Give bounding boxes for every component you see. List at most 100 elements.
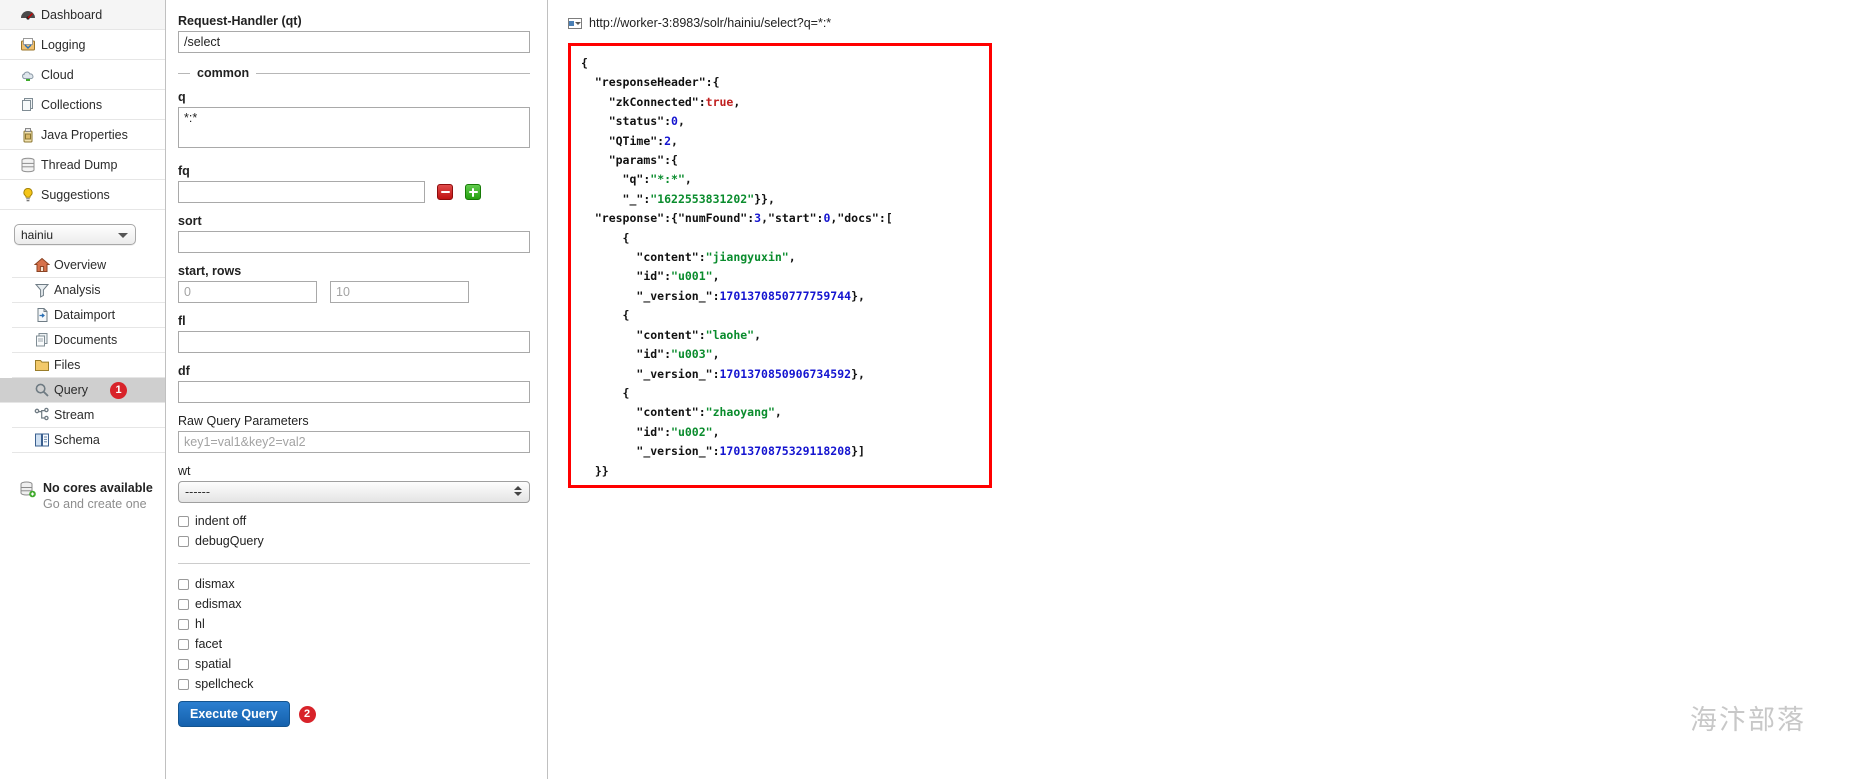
sidebar-item-files[interactable]: Files: [12, 353, 165, 378]
core-selector-value: hainiu: [21, 227, 54, 242]
result-panel: http://worker-3:8983/solr/hainiu/select?…: [548, 0, 1861, 779]
json-response-box: { "responseHeader":{ "zkConnected":true,…: [568, 43, 992, 488]
checkbox-box-icon[interactable]: [178, 535, 189, 547]
start-rows-label: start, rows: [178, 264, 242, 278]
query-form-panel: Request-Handler (qt) common q fq sort st…: [166, 0, 548, 779]
raw-query-parameters-input[interactable]: [178, 431, 530, 453]
sidebar-item-label: Thread Dump: [41, 157, 118, 172]
checkbox-edismax[interactable]: edismax: [178, 594, 529, 614]
analysis-funnel-icon: [34, 282, 54, 298]
start-rows-row: [178, 281, 529, 303]
sidebar-item-label: Dashboard: [41, 7, 103, 22]
fl-label: fl: [178, 314, 186, 328]
checkbox-box-icon[interactable]: [178, 578, 189, 590]
plus-icon[interactable]: [465, 184, 481, 200]
documents-icon: [34, 332, 54, 348]
checkbox-box-icon[interactable]: [178, 638, 189, 650]
wt-select-value: ------: [185, 485, 210, 499]
q-input[interactable]: [178, 107, 530, 148]
checkbox-label: debugQuery: [195, 534, 264, 548]
updown-arrows-icon: [514, 486, 522, 496]
sidebar-item-label: Cloud: [41, 67, 74, 82]
schema-book-icon: [34, 432, 54, 448]
solr-admin-page: Dashboard Logging Cloud Collections Java Pro…: [0, 0, 1861, 779]
form-divider: [178, 563, 530, 564]
thread-dump-icon: [20, 157, 41, 173]
sidebar-item-label: Stream: [54, 408, 95, 422]
minus-icon[interactable]: [437, 184, 453, 200]
checkbox-label: indent off: [195, 514, 247, 528]
checkbox-box-icon[interactable]: [178, 618, 189, 630]
sidebar-item-logging[interactable]: Logging: [0, 30, 165, 60]
wt-label: wt: [178, 464, 191, 478]
sidebar-item-label: Java Properties: [41, 127, 128, 142]
sidebar-item-label: Schema: [54, 433, 100, 447]
toggles-bottom-group: dismax edismax hl facet spatial spellcheck: [178, 574, 529, 694]
sidebar-item-stream[interactable]: Stream: [12, 403, 165, 428]
checkbox-debugquery[interactable]: debugQuery: [178, 531, 529, 551]
checkbox-dismax[interactable]: dismax: [178, 574, 529, 594]
checkbox-facet[interactable]: facet: [178, 634, 529, 654]
common-legend-label: common: [197, 66, 250, 80]
no-cores-subtitle[interactable]: Go and create one: [43, 497, 153, 513]
sort-input[interactable]: [178, 231, 530, 253]
start-input[interactable]: [178, 281, 317, 303]
fl-input[interactable]: [178, 331, 530, 353]
df-label: df: [178, 364, 190, 378]
q-label: q: [178, 90, 186, 104]
sidebar-item-collections[interactable]: Collections: [0, 90, 165, 120]
checkbox-box-icon[interactable]: [178, 515, 189, 527]
checkbox-spellcheck[interactable]: spellcheck: [178, 674, 529, 694]
dashboard-icon: [20, 7, 41, 23]
overview-home-icon: [34, 257, 54, 273]
df-input[interactable]: [178, 381, 530, 403]
collections-icon: [20, 97, 41, 113]
request-handler-input[interactable]: [178, 31, 530, 53]
sidebar-item-documents[interactable]: Documents: [12, 328, 165, 353]
external-window-icon: [568, 17, 582, 29]
core-selector[interactable]: hainiu: [14, 224, 136, 245]
sidebar-item-label: Collections: [41, 97, 103, 112]
result-url-bar: http://worker-3:8983/solr/hainiu/select?…: [568, 12, 1861, 34]
checkbox-indent-off[interactable]: indent off: [178, 511, 529, 531]
execute-query-button[interactable]: Execute Query: [178, 701, 290, 727]
sidebar: Dashboard Logging Cloud Collections Java Pro…: [0, 0, 166, 779]
checkbox-label: spatial: [195, 657, 232, 671]
checkbox-box-icon[interactable]: [178, 678, 189, 690]
sidebar-item-overview[interactable]: Overview: [12, 253, 165, 278]
sidebar-item-java-properties[interactable]: Java Properties: [0, 120, 165, 150]
sidebar-item-label: Logging: [41, 37, 86, 52]
core-selector-wrap: hainiu: [0, 210, 165, 253]
sidebar-item-query[interactable]: Query 1: [0, 378, 165, 403]
sidebar-item-thread-dump[interactable]: Thread Dump: [0, 150, 165, 180]
legend-dash-right: [256, 72, 530, 74]
sidebar-item-label: Suggestions: [41, 187, 110, 202]
sidebar-item-label: Query: [54, 383, 89, 397]
sidebar-item-dataimport[interactable]: Dataimport: [12, 303, 165, 328]
fq-input[interactable]: [178, 181, 425, 203]
sidebar-item-analysis[interactable]: Analysis: [12, 278, 165, 303]
request-handler-label: Request-Handler (qt): [178, 14, 302, 28]
chevron-down-icon: [118, 232, 128, 238]
no-cores-text: No cores available Go and create one: [43, 481, 153, 512]
checkbox-spatial[interactable]: spatial: [178, 654, 529, 674]
checkbox-label: edismax: [195, 597, 242, 611]
sidebar-item-schema[interactable]: Schema: [12, 428, 165, 453]
sidebar-item-dashboard[interactable]: Dashboard: [0, 0, 165, 30]
sidebar-item-label: Analysis: [54, 283, 101, 297]
result-url[interactable]: http://worker-3:8983/solr/hainiu/select?…: [589, 16, 831, 30]
java-properties-icon: [20, 127, 41, 143]
rows-input[interactable]: [330, 281, 469, 303]
dataimport-icon: [34, 307, 54, 323]
sidebar-item-suggestions[interactable]: Suggestions: [0, 180, 165, 210]
logging-icon: [20, 37, 41, 53]
wt-select[interactable]: ------: [178, 481, 530, 503]
fq-row: [178, 181, 529, 203]
checkbox-box-icon[interactable]: [178, 658, 189, 670]
json-response-text: { "responseHeader":{ "zkConnected":true,…: [581, 56, 893, 478]
no-cores-block[interactable]: No cores available Go and create one: [0, 481, 165, 512]
checkbox-label: facet: [195, 637, 223, 651]
checkbox-hl[interactable]: hl: [178, 614, 529, 634]
checkbox-box-icon[interactable]: [178, 598, 189, 610]
sidebar-item-cloud[interactable]: Cloud: [0, 60, 165, 90]
